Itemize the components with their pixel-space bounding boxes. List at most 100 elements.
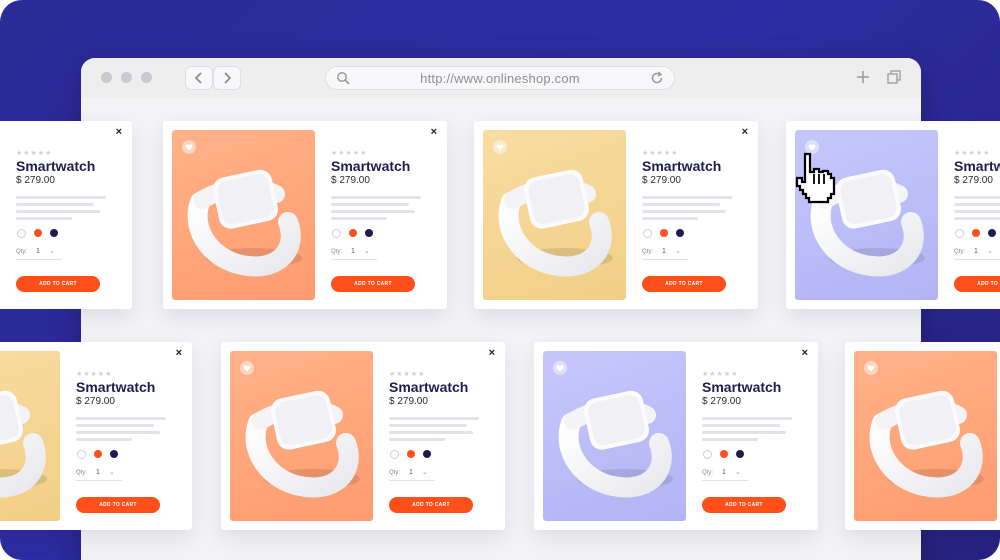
qty-select[interactable]: 1: [96, 469, 100, 476]
description-line: [389, 438, 445, 441]
product-card: × ★★★★★ Smartwatch $ 279.00 Qty: 1 ⌄ ADD…: [221, 342, 505, 530]
product-image[interactable]: [230, 351, 373, 521]
product-card: × ★★★★★ Smartwatch $ 279.00 Qty: 1 ⌄ ADD…: [534, 342, 818, 530]
color-swatch-orange[interactable]: [94, 450, 102, 458]
product-price: $ 279.00: [16, 175, 55, 186]
color-swatch-orange[interactable]: [349, 229, 357, 237]
back-button[interactable]: [185, 66, 213, 90]
color-swatch-white[interactable]: [390, 450, 399, 459]
qty-label: Qty:: [331, 249, 343, 255]
chevron-down-icon[interactable]: ⌄: [49, 247, 55, 255]
product-card: × ★★★★★ Smartwatch $ 279.00 Qty: 1 ⌄ ADD…: [845, 342, 1000, 530]
rating-stars: ★★★★★: [331, 150, 368, 157]
chevron-down-icon[interactable]: ⌄: [735, 468, 741, 476]
color-swatch-orange[interactable]: [407, 450, 415, 458]
description-line: [76, 417, 166, 420]
description-line: [702, 438, 758, 441]
add-to-cart-button[interactable]: ADD TO CART: [642, 276, 726, 292]
description-line: [954, 203, 1000, 206]
chevron-right-icon: [224, 72, 232, 84]
favorite-button[interactable]: [493, 140, 507, 154]
qty-underline: [702, 480, 748, 481]
description-line: [642, 210, 726, 213]
chevron-down-icon[interactable]: ⌄: [987, 247, 993, 255]
color-swatch-orange[interactable]: [660, 229, 668, 237]
description-line: [702, 417, 792, 420]
url-text: http://www.onlineshop.com: [420, 71, 580, 86]
tabs-icon[interactable]: [887, 70, 901, 84]
add-to-cart-button[interactable]: ADD TO CART: [389, 497, 473, 513]
color-swatch-navy[interactable]: [110, 450, 118, 458]
smartwatch-image: [0, 390, 47, 498]
color-swatch-navy[interactable]: [365, 229, 373, 237]
product-card: × ★★★★★ Smartwatch $ 279.00 Qty: 1 ⌄ ADD…: [474, 121, 758, 309]
color-swatch-white[interactable]: [643, 229, 652, 238]
smartwatch-image: [558, 390, 673, 498]
color-swatch-navy[interactable]: [988, 229, 996, 237]
color-swatch-navy[interactable]: [50, 229, 58, 237]
product-image[interactable]: [0, 351, 60, 521]
qty-label: Qty:: [954, 249, 966, 255]
favorite-button[interactable]: [864, 361, 878, 375]
color-swatch-orange[interactable]: [34, 229, 42, 237]
color-swatch-navy[interactable]: [736, 450, 744, 458]
color-swatch-navy[interactable]: [423, 450, 431, 458]
color-swatch-white[interactable]: [955, 229, 964, 238]
favorite-button[interactable]: [553, 361, 567, 375]
product-card: × ★★★★★ Smartwatch $ 279.00 Qty: 1 ⌄ ADD…: [0, 342, 192, 530]
qty-select[interactable]: 1: [351, 248, 355, 255]
browser-toolbar: http://www.onlineshop.com: [81, 58, 921, 98]
product-info: ★★★★★ Smartwatch $ 279.00 Qty: 1 ⌄ ADD T…: [76, 342, 186, 530]
window-minimize-dot[interactable]: [121, 72, 132, 83]
window-maximize-dot[interactable]: [141, 72, 152, 83]
add-to-cart-button[interactable]: ADD TO CART: [331, 276, 415, 292]
color-swatch-white[interactable]: [703, 450, 712, 459]
description-line: [642, 203, 720, 206]
new-tab-icon[interactable]: [856, 70, 870, 84]
product-image[interactable]: [543, 351, 686, 521]
qty-label: Qty:: [16, 249, 28, 255]
color-swatch-white[interactable]: [77, 450, 86, 459]
color-swatch-orange[interactable]: [972, 229, 980, 237]
qty-select[interactable]: 1: [36, 248, 40, 255]
heart-icon: [185, 143, 193, 150]
description-line: [331, 210, 415, 213]
qty-select[interactable]: 1: [409, 469, 413, 476]
add-to-cart-button[interactable]: ADD TO CART: [954, 276, 1000, 292]
heart-icon: [243, 364, 251, 371]
add-to-cart-button[interactable]: ADD TO CART: [702, 497, 786, 513]
hand-pointer-cursor-icon: [795, 152, 836, 204]
rating-stars: ★★★★★: [76, 371, 113, 378]
qty-underline: [16, 259, 62, 260]
qty-select[interactable]: 1: [974, 248, 978, 255]
product-card: × ★★★★★ Smartwatch $ 279.00 Qty: 1 ⌄ ADD…: [786, 121, 1000, 309]
product-title: Smartwatch: [76, 379, 156, 395]
forward-button[interactable]: [213, 66, 241, 90]
product-title: Smartwatch: [331, 158, 411, 174]
product-image[interactable]: [854, 351, 997, 521]
window-close-dot[interactable]: [101, 72, 112, 83]
rating-stars: ★★★★★: [16, 150, 53, 157]
smartwatch-image: [245, 390, 360, 498]
color-swatch-orange[interactable]: [720, 450, 728, 458]
favorite-button[interactable]: [240, 361, 254, 375]
favorite-button[interactable]: [182, 140, 196, 154]
product-image[interactable]: [172, 130, 315, 300]
chevron-down-icon[interactable]: ⌄: [422, 468, 428, 476]
add-to-cart-button[interactable]: ADD TO CART: [16, 276, 100, 292]
chevron-down-icon[interactable]: ⌄: [109, 468, 115, 476]
color-swatch-white[interactable]: [17, 229, 26, 238]
chevron-down-icon[interactable]: ⌄: [364, 247, 370, 255]
color-swatch-white[interactable]: [332, 229, 341, 238]
qty-select[interactable]: 1: [662, 248, 666, 255]
description-line: [954, 210, 1000, 213]
product-price: $ 279.00: [642, 175, 681, 186]
chevron-down-icon[interactable]: ⌄: [675, 247, 681, 255]
product-image[interactable]: [483, 130, 626, 300]
product-info: ★★★★★ Smartwatch $ 279.00 Qty: 1 ⌄ ADD T…: [702, 342, 812, 530]
color-swatch-navy[interactable]: [676, 229, 684, 237]
qty-select[interactable]: 1: [722, 469, 726, 476]
add-to-cart-button[interactable]: ADD TO CART: [76, 497, 160, 513]
reload-icon[interactable]: [650, 71, 664, 85]
address-bar[interactable]: http://www.onlineshop.com: [325, 66, 675, 90]
